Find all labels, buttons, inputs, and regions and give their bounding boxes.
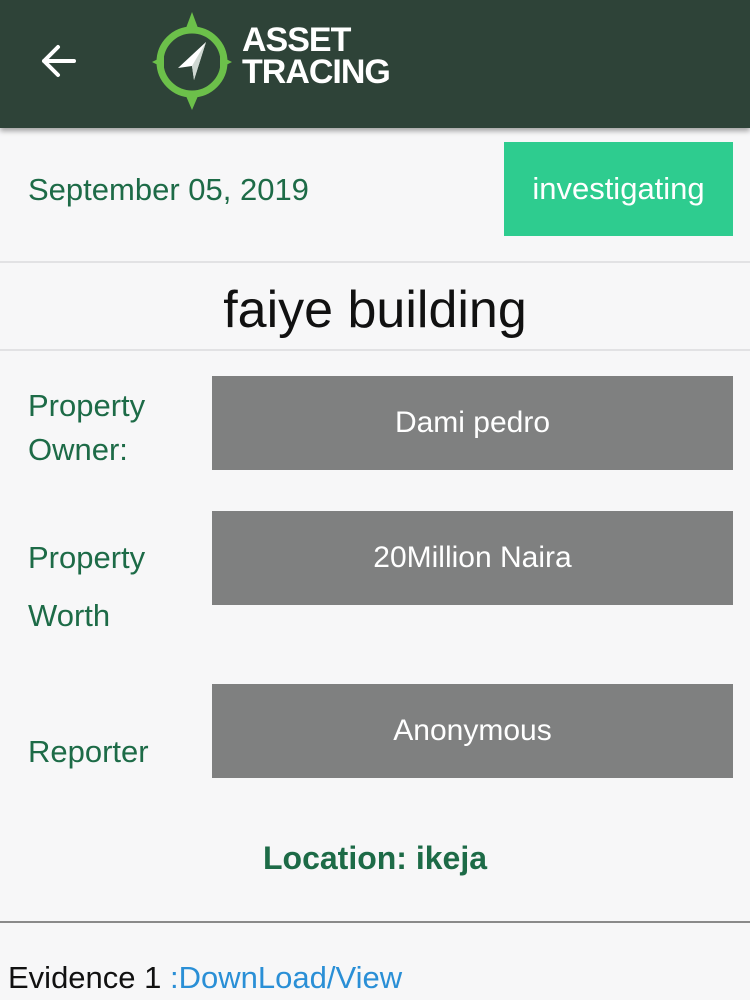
- property-owner-value: Dami pedro: [212, 376, 733, 470]
- property-owner-label: Property Owner:: [28, 386, 145, 470]
- label-line: Property: [28, 388, 146, 423]
- evidence-label: Evidence 1: [8, 960, 162, 995]
- evidence-divider: [0, 921, 750, 923]
- divider: [0, 349, 750, 351]
- app-logo-text: ASSET TRACING: [242, 21, 391, 91]
- logo-line-2: TRACING: [242, 53, 391, 91]
- arrow-left-icon: [42, 45, 76, 77]
- case-date: September 05, 2019: [28, 172, 309, 207]
- back-button[interactable]: [30, 36, 86, 86]
- page-title: faiye building: [223, 281, 527, 339]
- case-date-row: September 05, 2019 investigating: [0, 128, 750, 261]
- label-line: Property: [28, 540, 146, 575]
- reporter-value: Anonymous: [212, 684, 733, 778]
- label-line: Owner:: [28, 432, 128, 467]
- evidence-row: Evidence 1 :DownLoad/View: [8, 960, 402, 996]
- reporter-label: Reporter: [28, 734, 149, 769]
- logo-line-1: ASSET: [242, 21, 351, 59]
- status-badge[interactable]: investigating: [504, 142, 733, 236]
- location-text: Location: ikeja: [262, 840, 488, 876]
- compass-icon: [152, 12, 232, 110]
- label-line: Worth: [28, 598, 111, 633]
- evidence-download-link[interactable]: :DownLoad/View: [170, 960, 402, 995]
- divider: [0, 261, 750, 263]
- app-bar: ASSET TRACING: [0, 0, 750, 128]
- property-worth-value: 20Million Naira: [212, 511, 733, 605]
- property-worth-label: Property Worth: [28, 538, 145, 636]
